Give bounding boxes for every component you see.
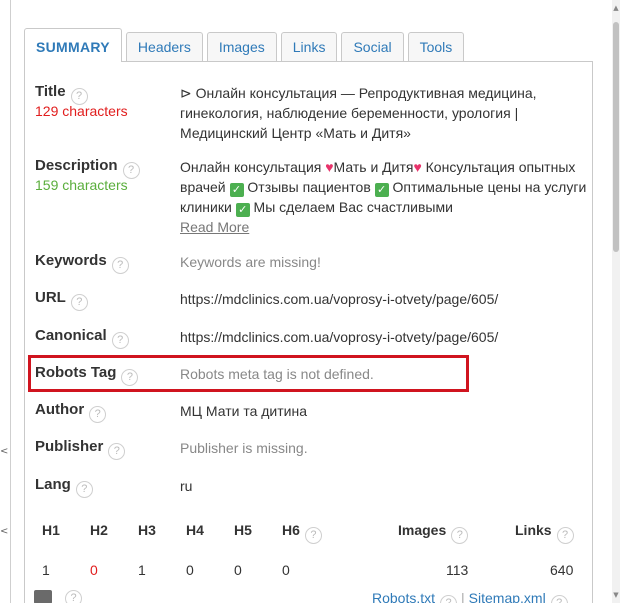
heart-icon: ♥ [413, 159, 422, 175]
sitemap-xml-link[interactable]: Sitemap.xml [469, 590, 546, 603]
tab-images[interactable]: Images [206, 32, 277, 62]
stats-header-h1: H1 [42, 522, 60, 538]
keywords-label: Keywords [35, 252, 107, 269]
description-label: Description [35, 157, 118, 174]
lang-label-group: Lang? [35, 476, 93, 498]
url-label-group: URL? [35, 289, 88, 311]
help-icon[interactable]: ? [556, 527, 574, 544]
lang-value: ru [180, 478, 193, 494]
tool-icon[interactable] [34, 590, 52, 603]
help-icon[interactable]: ? [304, 527, 322, 544]
title-label-group: Title? [35, 83, 88, 105]
help-icon[interactable]: ? [65, 590, 82, 603]
description-value: Онлайн консультация ♥Мать и Дитя♥ Консул… [180, 157, 590, 237]
url-value: https://mdclinics.com.ua/voprosy-i-otvet… [180, 291, 499, 307]
stats-value-images: 113 [446, 562, 469, 578]
author-value: МЦ Мати та дитина [180, 403, 307, 419]
stats-header-h2: H2 [90, 522, 108, 538]
scroll-thumb[interactable] [613, 22, 619, 252]
tab-summary[interactable]: SUMMARY [24, 28, 122, 62]
robots-txt-link[interactable]: Robots.txt [372, 590, 435, 603]
lang-label: Lang [35, 476, 71, 493]
publisher-value: Publisher is missing. [180, 440, 308, 456]
stats-header-h5: H5 [234, 522, 252, 538]
stats-header-links: Links? [515, 522, 574, 544]
left-edge-mark: < [0, 526, 9, 537]
tab-headers[interactable]: Headers [125, 32, 203, 62]
help-icon[interactable]: ? [451, 527, 469, 544]
description-text: Онлайн консультация [180, 159, 326, 175]
stats-header-images: Images? [398, 522, 469, 544]
left-edge-mark: < [0, 446, 9, 457]
stats-value-links: 640 [550, 562, 574, 578]
stats-value-h3: 1 [138, 562, 146, 578]
read-more-link[interactable]: Read More [180, 219, 249, 235]
stats-header-images-label: Images [398, 522, 447, 538]
check-mark-icon: ✓ [235, 203, 250, 217]
help-icon[interactable]: ? [70, 294, 88, 311]
stats-value-h6: 0 [282, 562, 290, 578]
scroll-down-arrow-icon[interactable]: ▼ [612, 587, 620, 603]
description-label-group: Description? [35, 157, 140, 179]
help-icon[interactable]: ? [550, 595, 568, 603]
stats-header-h4: H4 [186, 522, 204, 538]
check-mark-icon: ✓ [229, 183, 244, 197]
author-label: Author [35, 401, 85, 418]
tab-links[interactable]: Links [280, 32, 338, 62]
bottom-tools-row: ? Robots.txt? | Sitemap.xml? [34, 590, 579, 603]
description-char-count: 159 characters [35, 177, 128, 193]
bottom-links: Robots.txt? | Sitemap.xml? [372, 590, 568, 603]
description-text: Отзывы пациентов [243, 179, 375, 195]
stats-header-h6: H6? [282, 522, 322, 544]
help-icon[interactable]: ? [75, 481, 93, 498]
stats-value-h1: 1 [42, 562, 50, 578]
tab-bar: SUMMARY Headers Images Links Social Tool… [24, 28, 468, 62]
publisher-label-group: Publisher? [35, 438, 126, 460]
help-icon[interactable]: ? [440, 595, 458, 603]
robots-tag-highlight [28, 355, 469, 392]
keywords-label-group: Keywords? [35, 252, 129, 274]
tab-tools[interactable]: Tools [407, 32, 465, 62]
stats-value-h2: 0 [90, 562, 98, 578]
heart-icon: ♥ [325, 159, 334, 175]
author-label-group: Author? [35, 401, 107, 423]
keywords-value: Keywords are missing! [180, 254, 321, 270]
stats-header-h6-label: H6 [282, 522, 300, 538]
tab-social[interactable]: Social [341, 32, 404, 62]
stats-value-h5: 0 [234, 562, 242, 578]
left-edge: < < [0, 0, 10, 603]
stats-header-h3: H3 [138, 522, 156, 538]
canonical-label-group: Canonical? [35, 327, 129, 349]
title-label: Title [35, 83, 66, 100]
check-mark-icon: ✓ [374, 183, 389, 197]
description-text: Мы сделаем Вас счастливыми [249, 199, 453, 215]
stats-header-links-label: Links [515, 522, 552, 538]
help-icon[interactable]: ? [89, 406, 107, 423]
help-icon[interactable]: ? [111, 332, 129, 349]
description-text: Мать и Дитя [333, 159, 414, 175]
help-icon[interactable]: ? [111, 257, 129, 274]
title-char-count: 129 characters [35, 103, 128, 119]
url-label: URL [35, 289, 66, 306]
help-icon[interactable]: ? [108, 443, 126, 460]
scroll-up-arrow-icon[interactable]: ▲ [612, 0, 620, 16]
canonical-label: Canonical [35, 327, 107, 344]
canonical-value: https://mdclinics.com.ua/voprosy-i-otvet… [180, 329, 499, 345]
scrollbar[interactable]: ▲ ▼ [612, 0, 620, 603]
link-separator: | [461, 590, 465, 603]
stats-value-h4: 0 [186, 562, 194, 578]
publisher-label: Publisher [35, 438, 104, 455]
title-value: ⊳ Онлайн консультация — Репродуктивная м… [180, 85, 537, 141]
